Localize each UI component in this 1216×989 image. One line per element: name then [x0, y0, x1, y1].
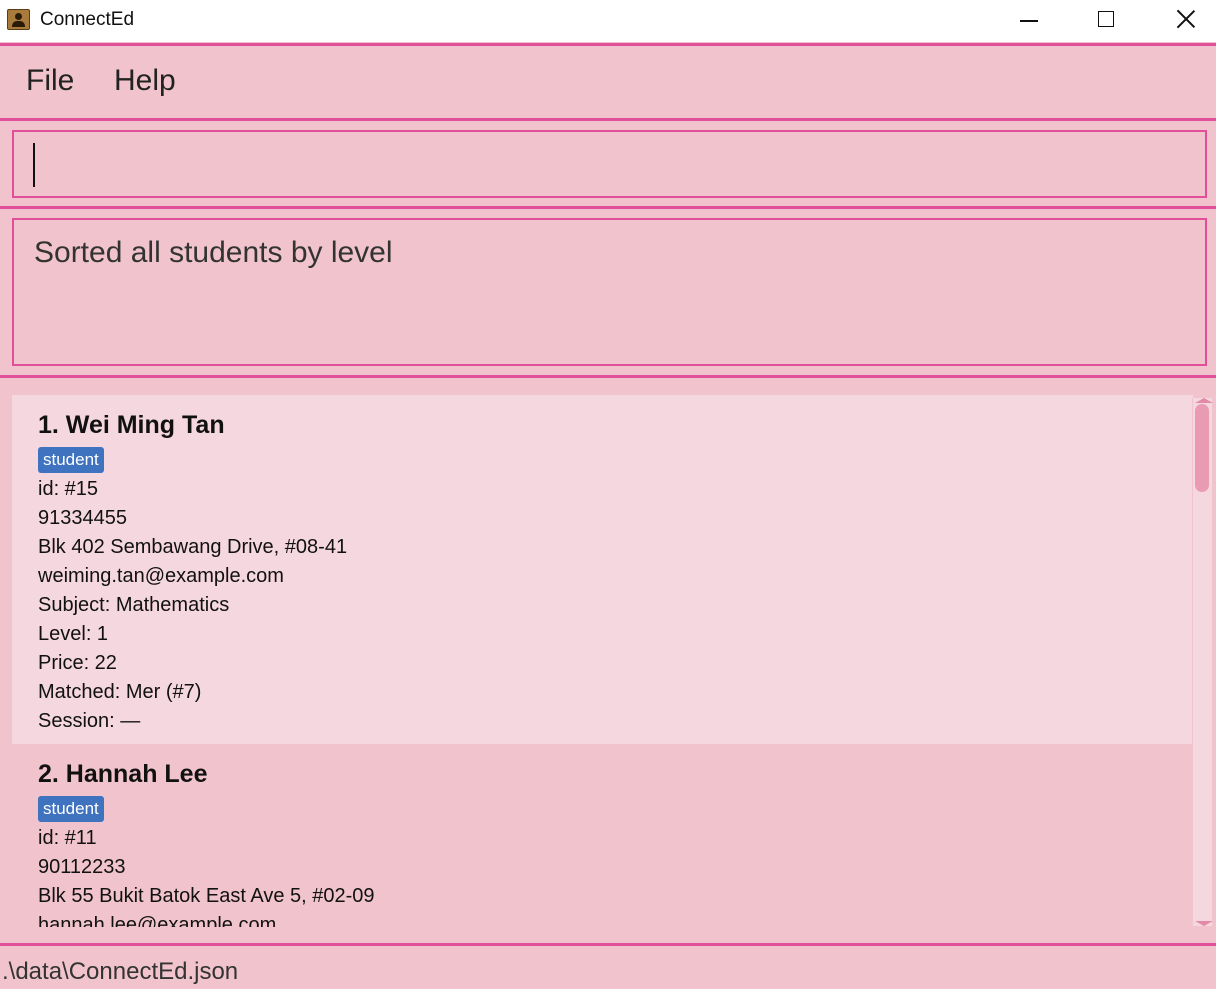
- minimize-icon: [1020, 20, 1038, 22]
- person-price: Price: 22: [38, 652, 117, 674]
- minimize-button[interactable]: [990, 0, 1066, 42]
- menu-file[interactable]: File: [26, 64, 74, 98]
- person-card[interactable]: 1. Wei Ming Tan student id: #15 91334455…: [12, 395, 1193, 744]
- person-card[interactable]: 2. Hannah Lee student id: #11 90112233 B…: [12, 744, 1193, 927]
- tag-badge: student: [38, 796, 104, 822]
- maximize-button[interactable]: [1068, 0, 1144, 42]
- text-caret: [33, 143, 35, 187]
- divider: [0, 375, 1216, 378]
- title-bar: ConnectEd: [0, 0, 1216, 42]
- person-id: id: #11: [38, 827, 97, 849]
- divider: [0, 206, 1216, 209]
- close-button[interactable]: [1146, 0, 1216, 42]
- person-name: 2. Hannah Lee: [38, 760, 208, 788]
- maximize-icon: [1098, 11, 1114, 27]
- scroll-up-icon[interactable]: [1195, 398, 1213, 403]
- person-phone: 91334455: [38, 507, 127, 529]
- contacts-book-icon: [7, 9, 30, 30]
- tag-badge: student: [38, 447, 104, 473]
- divider: [0, 943, 1216, 946]
- person-matched: Matched: Mer (#7): [38, 681, 202, 703]
- person-email: weiming.tan@example.com: [38, 565, 284, 587]
- person-email: hannah.lee@example.com: [38, 914, 277, 927]
- result-message: Sorted all students by level: [34, 236, 393, 269]
- person-subject: Subject: Mathematics: [38, 594, 230, 616]
- person-phone: 90112233: [38, 856, 126, 878]
- scroll-thumb[interactable]: [1195, 404, 1209, 492]
- person-address: Blk 55 Bukit Batok East Ave 5, #02-09: [38, 885, 375, 907]
- person-address: Blk 402 Sembawang Drive, #08-41: [38, 536, 348, 558]
- menu-help[interactable]: Help: [114, 64, 176, 98]
- person-name: 1. Wei Ming Tan: [38, 411, 225, 439]
- person-session: Session: —: [38, 710, 141, 732]
- window-title: ConnectEd: [40, 9, 135, 30]
- save-file-path: .\data\ConnectEd.json: [2, 958, 239, 985]
- scroll-down-icon[interactable]: [1195, 921, 1213, 926]
- menu-bar: File Help: [0, 46, 1216, 118]
- person-list[interactable]: 1. Wei Ming Tan student id: #15 91334455…: [12, 395, 1216, 927]
- person-id: id: #15: [38, 478, 99, 500]
- command-input[interactable]: [12, 130, 1207, 198]
- list-scrollbar[interactable]: [1192, 398, 1213, 926]
- status-bar: .\data\ConnectEd.json: [0, 948, 1216, 989]
- close-icon: [1176, 9, 1196, 29]
- divider: [0, 118, 1216, 121]
- result-display: Sorted all students by level: [12, 218, 1207, 366]
- person-level: Level: 1: [38, 623, 109, 645]
